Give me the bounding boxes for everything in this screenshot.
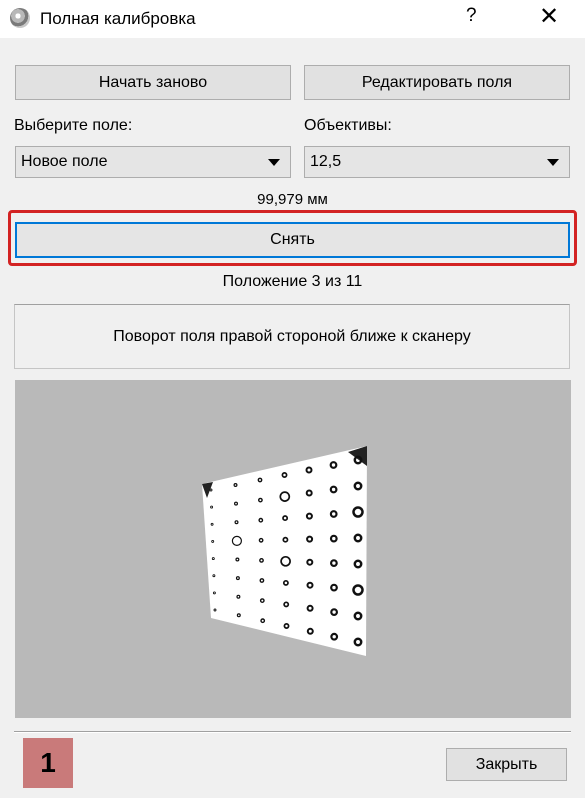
chevron-down-icon	[268, 159, 280, 166]
app-icon	[10, 8, 30, 28]
lens-dropdown[interactable]: 12,5	[304, 146, 570, 178]
camera-preview	[15, 380, 571, 718]
chevron-down-icon	[547, 159, 559, 166]
field-select-label: Выберите поле:	[14, 117, 133, 134]
title-bar: Полная калибровка ? ✕	[0, 0, 585, 38]
lens-dropdown-value: 12,5	[310, 153, 342, 170]
calibration-target-image	[202, 446, 367, 656]
position-status: Положение 3 из 11	[222, 273, 363, 290]
step-badge: 1	[23, 738, 73, 788]
close-icon[interactable]: ✕	[534, 2, 564, 31]
lens-select-label: Объективы:	[304, 117, 392, 134]
instruction-box: Поворот поля правой стороной ближе к ска…	[14, 304, 570, 369]
help-button[interactable]: ?	[466, 5, 477, 27]
instruction-text: Поворот поля правой стороной ближе к ска…	[113, 327, 471, 345]
field-dropdown[interactable]: Новое поле	[15, 146, 291, 178]
footer-separator	[14, 731, 571, 733]
restart-button[interactable]: Начать заново	[15, 65, 291, 100]
close-button[interactable]: Закрыть	[446, 748, 567, 781]
measurement-value: 99,979 мм	[257, 191, 328, 208]
field-dropdown-value: Новое поле	[21, 153, 108, 170]
edit-fields-button[interactable]: Редактировать поля	[304, 65, 570, 100]
capture-button[interactable]: Снять	[15, 222, 570, 258]
window-title: Полная калибровка	[40, 9, 196, 28]
